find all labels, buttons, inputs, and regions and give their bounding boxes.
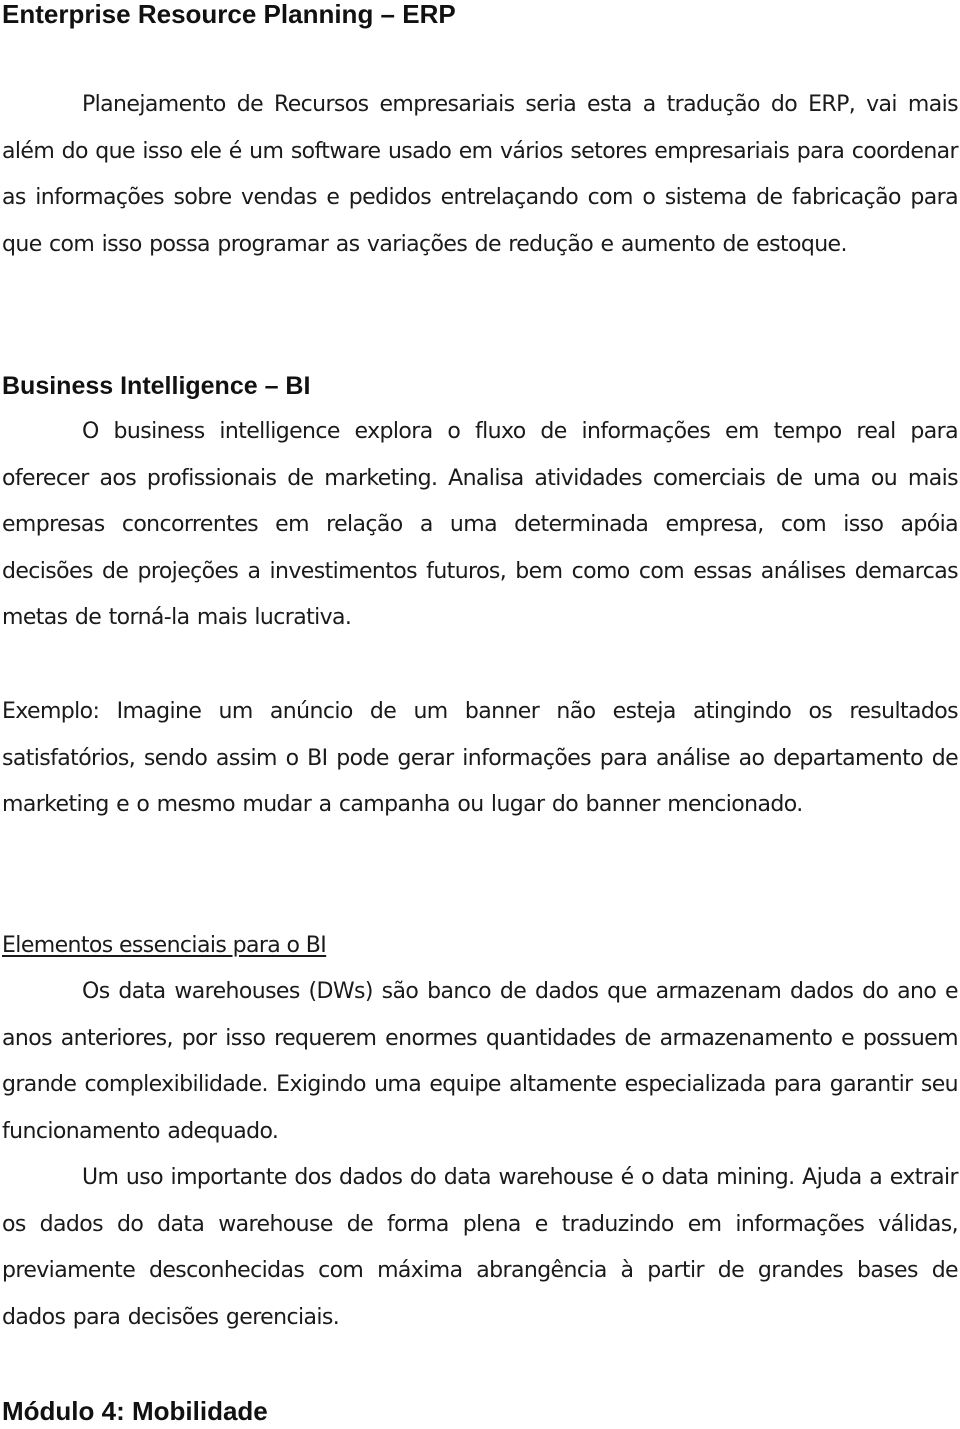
- bi-heading: Business Intelligence – BI: [2, 372, 311, 400]
- bi-paragraph: O business intelligence explora o fluxo …: [2, 419, 959, 630]
- data-warehouse-paragraph: Os data warehouses (DWs) são banco de da…: [2, 979, 959, 1144]
- erp-heading: Enterprise Resource Planning – ERP: [2, 0, 456, 29]
- example-paragraph: Exemplo: Imagine um anúncio de um banner…: [2, 699, 959, 817]
- elements-heading: Elementos essenciais para o BI: [2, 933, 327, 958]
- erp-paragraph: Planejamento de Recursos empresariais se…: [2, 92, 959, 257]
- data-mining-paragraph: Um uso importante dos dados do data ware…: [2, 1165, 959, 1330]
